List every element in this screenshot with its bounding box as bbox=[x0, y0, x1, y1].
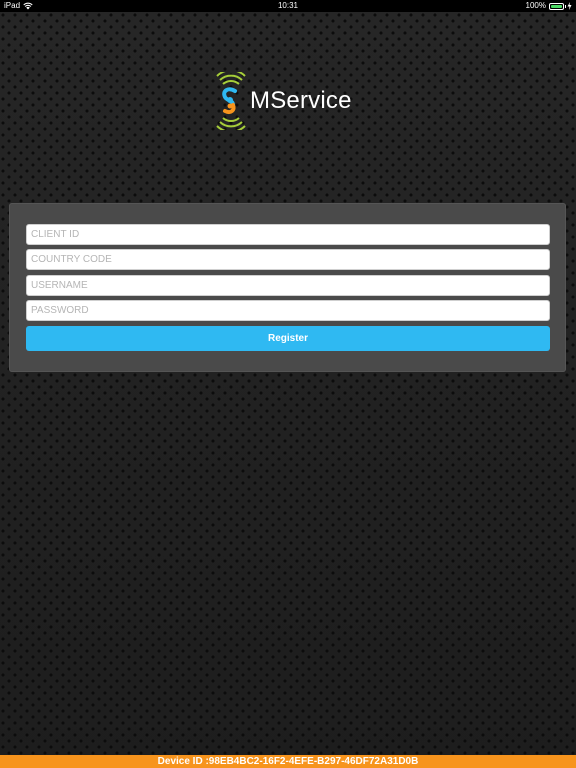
battery-fill bbox=[551, 4, 562, 8]
registration-panel: Register bbox=[9, 203, 566, 372]
device-id-text: Device ID :98EB4BC2-16F2-4EFE-B297-46DF7… bbox=[157, 756, 419, 767]
device-id-bar: Device ID :98EB4BC2-16F2-4EFE-B297-46DF7… bbox=[0, 755, 576, 768]
battery-icon bbox=[549, 2, 566, 10]
password-input[interactable] bbox=[26, 300, 550, 321]
logo-text: MService bbox=[250, 87, 352, 114]
register-button[interactable]: Register bbox=[26, 326, 550, 351]
status-right: 100% bbox=[526, 0, 572, 12]
battery-percent: 100% bbox=[525, 1, 546, 10]
country-code-input[interactable] bbox=[26, 249, 550, 270]
charging-bolt-icon bbox=[567, 2, 572, 10]
status-bar: iPad 10:31 100% bbox=[0, 0, 576, 12]
status-time: 10:31 bbox=[277, 1, 299, 10]
client-id-input[interactable] bbox=[26, 224, 550, 245]
logo: MService bbox=[214, 72, 352, 130]
mservice-logo-icon bbox=[216, 72, 246, 130]
username-input[interactable] bbox=[26, 275, 550, 296]
